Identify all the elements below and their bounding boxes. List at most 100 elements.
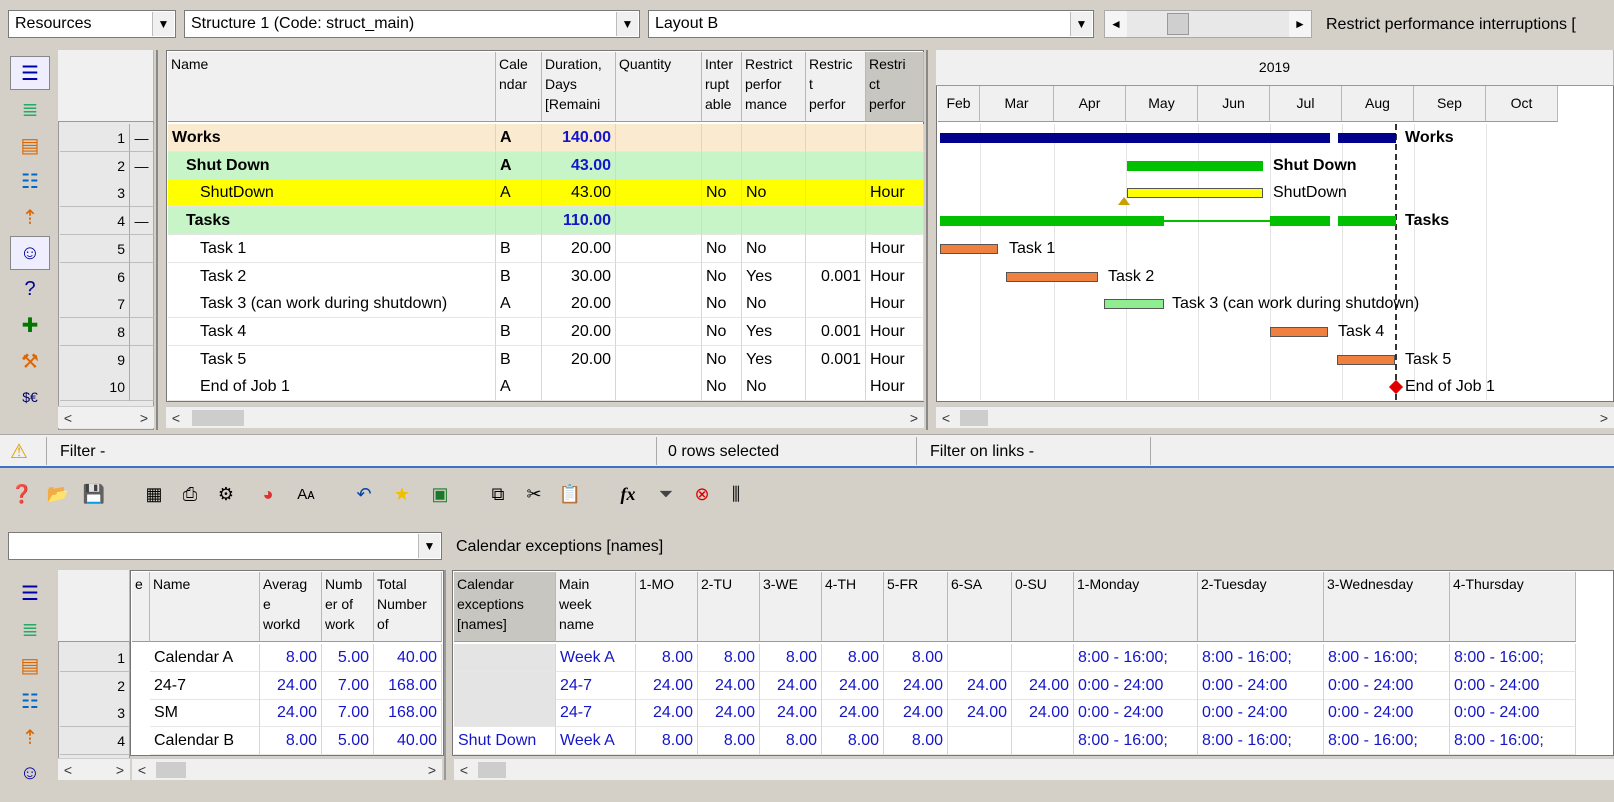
- scroll-left-icon[interactable]: <: [166, 407, 186, 429]
- calendar-cell[interactable]: [496, 207, 542, 236]
- column-header[interactable]: Total Number of: [374, 572, 442, 642]
- average-workday[interactable]: 24.00: [260, 699, 322, 728]
- chart-pie-icon[interactable]: ◕: [254, 480, 282, 508]
- filter-icon[interactable]: ⏷: [652, 480, 680, 508]
- restrict-performance-cell[interactable]: [742, 151, 806, 180]
- column-header[interactable]: 4-Thursday: [1450, 572, 1576, 642]
- calendar-name[interactable]: Calendar A: [150, 644, 260, 672]
- row-number[interactable]: 1: [60, 124, 130, 152]
- day-schedule-cell[interactable]: 0:00 - 24:00: [1198, 699, 1324, 728]
- copy-icon[interactable]: ⧉: [484, 480, 512, 508]
- structure-view-icon[interactable]: ☰: [10, 576, 50, 610]
- day-hours-cell[interactable]: 24.00: [760, 699, 822, 728]
- day-hours-cell[interactable]: 24.00: [1012, 699, 1074, 728]
- splitter[interactable]: [156, 50, 158, 430]
- works-summary-bar[interactable]: [1338, 133, 1396, 143]
- chevron-down-icon[interactable]: ▼: [152, 12, 174, 36]
- column-header[interactable]: Calendar exceptions [names]: [454, 572, 556, 642]
- column-header[interactable]: 0-SU: [1012, 572, 1074, 642]
- shutdown-bar[interactable]: [1127, 188, 1263, 199]
- shutdown-summary-bar[interactable]: [1127, 160, 1263, 171]
- scroll-left-icon[interactable]: <: [58, 407, 78, 429]
- day-hours-cell[interactable]: [1012, 644, 1074, 672]
- task-bar[interactable]: [1006, 271, 1098, 282]
- tasks-summary-bar[interactable]: [1270, 216, 1330, 227]
- quantity-cell[interactable]: [616, 234, 702, 263]
- restrict-unit-cell[interactable]: Hour: [866, 317, 924, 346]
- bottom-left-scrollbar[interactable]: < >: [132, 758, 442, 780]
- cut-icon[interactable]: ✂: [520, 480, 548, 508]
- slider-left-arrow[interactable]: ◄: [1105, 11, 1127, 37]
- day-schedule-cell[interactable]: 0:00 - 24:00: [1324, 671, 1450, 700]
- column-header[interactable]: Restri ct perfor: [866, 52, 924, 122]
- day-hours-cell[interactable]: 24.00: [822, 671, 884, 700]
- row-number[interactable]: 4: [60, 727, 130, 756]
- interruptable-cell[interactable]: [702, 124, 742, 152]
- collapse-toggle[interactable]: [130, 373, 154, 402]
- column-header[interactable]: 4-TH: [822, 572, 884, 642]
- collapse-toggle[interactable]: [130, 234, 154, 263]
- structure-view-icon[interactable]: ☰: [10, 56, 50, 90]
- interruptable-cell[interactable]: No: [702, 317, 742, 346]
- row-number[interactable]: 10: [60, 373, 130, 402]
- row-number[interactable]: 6: [60, 262, 130, 291]
- task-bar[interactable]: [940, 243, 998, 254]
- main-week-name[interactable]: 24-7: [556, 671, 636, 700]
- day-schedule-cell[interactable]: 8:00 - 16:00;: [1198, 727, 1324, 756]
- day-hours-cell[interactable]: 8.00: [760, 644, 822, 672]
- interruptable-cell[interactable]: No: [702, 290, 742, 319]
- quantity-cell[interactable]: [616, 317, 702, 346]
- column-header[interactable]: Averag e workd: [260, 572, 322, 642]
- restrict-threshold-cell[interactable]: [806, 207, 866, 236]
- row-number[interactable]: 2: [60, 671, 130, 700]
- undo-icon[interactable]: ↶: [350, 480, 378, 508]
- task-name[interactable]: Task 3 (can work during shutdown): [168, 290, 496, 319]
- scroll-thumb[interactable]: [192, 410, 244, 426]
- number-of-workdays[interactable]: 5.00: [322, 727, 374, 756]
- works-summary-bar[interactable]: [940, 133, 1330, 143]
- day-hours-cell[interactable]: 24.00: [698, 671, 760, 700]
- restrict-unit-cell[interactable]: [866, 124, 924, 152]
- restrict-performance-cell[interactable]: [742, 124, 806, 152]
- total-number[interactable]: 168.00: [374, 699, 442, 728]
- row-number[interactable]: 3: [60, 699, 130, 728]
- help-icon[interactable]: ❓: [8, 480, 36, 508]
- interruptable-cell[interactable]: [702, 207, 742, 236]
- day-hours-cell[interactable]: 24.00: [884, 699, 948, 728]
- restrict-performance-cell[interactable]: No: [742, 179, 806, 208]
- restrict-unit-cell[interactable]: Hour: [866, 179, 924, 208]
- restrict-performance-cell[interactable]: No: [742, 373, 806, 402]
- clear-filter-icon[interactable]: ⊗: [688, 480, 716, 508]
- calendar-cell[interactable]: A: [496, 373, 542, 402]
- day-schedule-cell[interactable]: 8:00 - 16:00;: [1074, 727, 1198, 756]
- day-schedule-cell[interactable]: 0:00 - 24:00: [1198, 671, 1324, 700]
- row-number[interactable]: 9: [60, 345, 130, 374]
- people-icon[interactable]: ☺: [10, 236, 50, 270]
- interruptable-cell[interactable]: No: [702, 345, 742, 374]
- scroll-left-icon[interactable]: <: [454, 759, 474, 781]
- calendar-name[interactable]: Calendar B: [150, 727, 260, 756]
- table-icon[interactable]: ▦: [140, 480, 168, 508]
- day-schedule-cell[interactable]: 0:00 - 24:00: [1324, 699, 1450, 728]
- scroll-thumb[interactable]: [478, 762, 506, 778]
- collapse-toggle[interactable]: [130, 345, 154, 374]
- calendar-cell[interactable]: A: [496, 290, 542, 319]
- add-resource-icon[interactable]: ✚: [10, 308, 50, 342]
- duration-cell[interactable]: 110.00: [542, 207, 616, 236]
- gantt-scrollbar[interactable]: < >: [936, 406, 1614, 428]
- collapse-toggle[interactable]: [130, 179, 154, 208]
- column-header[interactable]: 6-SA: [948, 572, 1012, 642]
- restrict-threshold-cell[interactable]: 0.001: [806, 317, 866, 346]
- restrict-threshold-cell[interactable]: [806, 290, 866, 319]
- collapse-toggle[interactable]: —: [130, 124, 154, 152]
- columns-icon[interactable]: ⫼: [722, 480, 750, 508]
- task-name[interactable]: Works: [168, 124, 496, 152]
- scroll-right-icon[interactable]: >: [134, 407, 154, 429]
- average-workday[interactable]: 8.00: [260, 727, 322, 756]
- row-number[interactable]: 1: [60, 644, 130, 672]
- column-header[interactable]: Cale ndar: [496, 52, 542, 122]
- column-header[interactable]: Numb er of work: [322, 572, 374, 642]
- total-number[interactable]: 40.00: [374, 727, 442, 756]
- calendar-exceptions-cell[interactable]: [454, 699, 556, 728]
- day-schedule-cell[interactable]: 0:00 - 24:00: [1450, 671, 1576, 700]
